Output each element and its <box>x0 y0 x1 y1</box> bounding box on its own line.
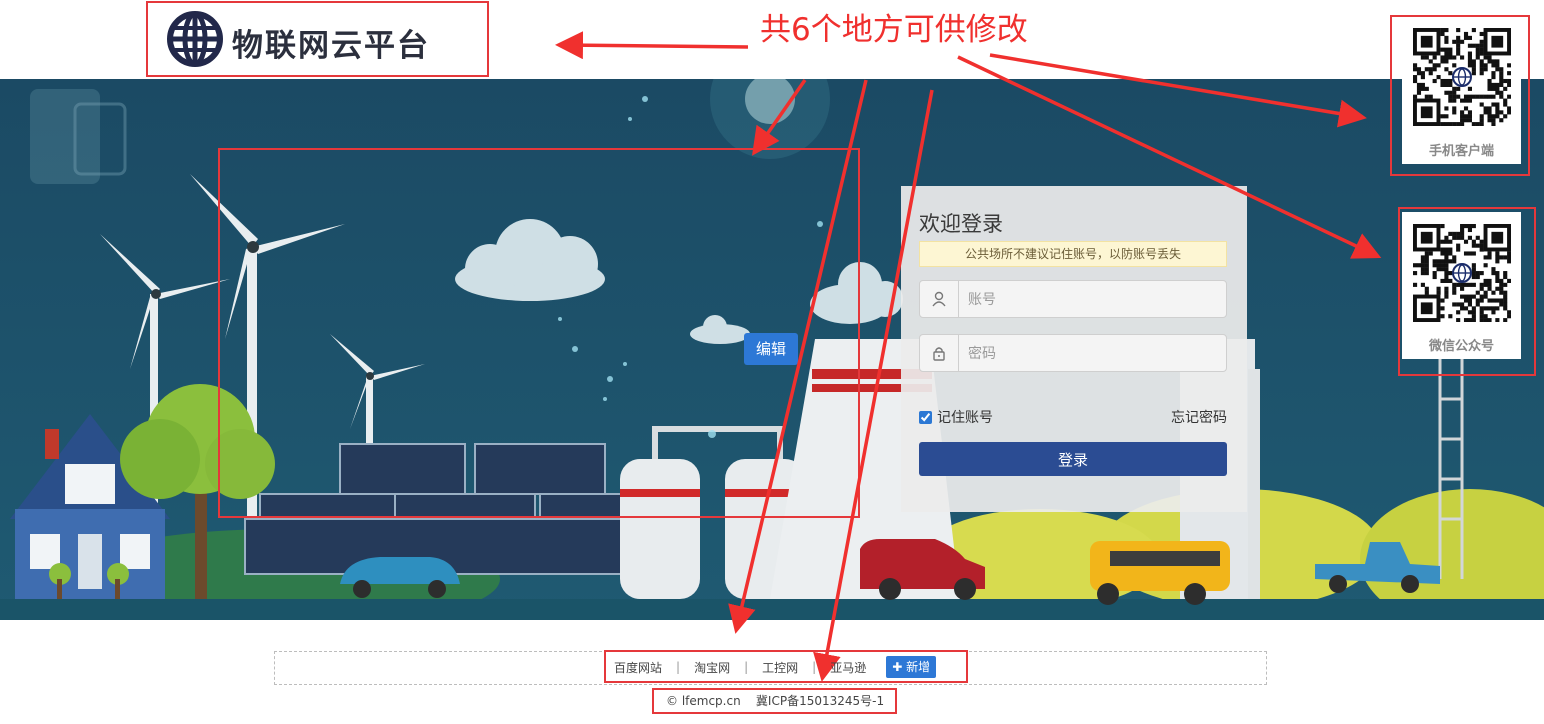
account-field <box>919 280 1227 318</box>
footer-link[interactable]: 工控网 <box>762 659 798 676</box>
mobile-qr-caption: 手机客户端 <box>1428 144 1494 159</box>
remember-label: 记住账号 <box>937 410 993 426</box>
wechat-qr-card: 微信公众号 <box>1402 212 1521 359</box>
login-title: 欢迎登录 <box>919 212 1003 236</box>
link-separator: | <box>676 660 681 674</box>
footer-link[interactable]: 亚马逊 <box>830 659 866 676</box>
mobile-qr-code <box>1413 28 1511 126</box>
mobile-qr-card: 手机客户端 <box>1402 18 1521 164</box>
wechat-qr-caption: 微信公众号 <box>1428 339 1494 354</box>
wechat-qr-code <box>1413 224 1511 322</box>
annotation-title: 共6个地方可供修改 <box>760 12 1028 48</box>
login-warning-tip: 公共场所不建议记住账号，以防账号丢失 <box>919 241 1227 267</box>
add-link-button[interactable]: ✚ 新增 <box>886 656 937 678</box>
link-separator: | <box>812 660 817 674</box>
remember-account[interactable]: 记住账号 <box>919 407 993 427</box>
globe-logo-icon <box>167 11 223 67</box>
password-field <box>919 334 1227 372</box>
login-button[interactable]: 登录 <box>919 442 1227 476</box>
friend-links: 百度网站 | 淘宝网 | 工控网 | 亚马逊 ✚ 新增 <box>614 656 937 678</box>
add-link-label: 新增 <box>906 660 931 674</box>
edit-button[interactable]: 编辑 <box>744 333 798 365</box>
footer-link[interactable]: 百度网站 <box>614 659 662 676</box>
plus-icon: ✚ <box>892 660 903 674</box>
link-separator: | <box>744 660 749 674</box>
password-input[interactable] <box>966 343 1220 365</box>
logo-text: 物联网云平台 <box>232 28 430 64</box>
remember-checkbox[interactable] <box>919 410 932 424</box>
lock-icon <box>920 335 959 371</box>
login-panel: 欢迎登录 公共场所不建议记住账号，以防账号丢失 记住账号 忘记密码 登录 <box>901 186 1247 512</box>
user-icon <box>920 281 959 317</box>
account-input[interactable] <box>966 289 1220 311</box>
forgot-password-link[interactable]: 忘记密码 <box>1171 407 1227 427</box>
footer-link[interactable]: 淘宝网 <box>694 659 730 676</box>
copyright-text: © lfemcp.cn 冀ICP备15013245号-1 <box>666 694 885 708</box>
